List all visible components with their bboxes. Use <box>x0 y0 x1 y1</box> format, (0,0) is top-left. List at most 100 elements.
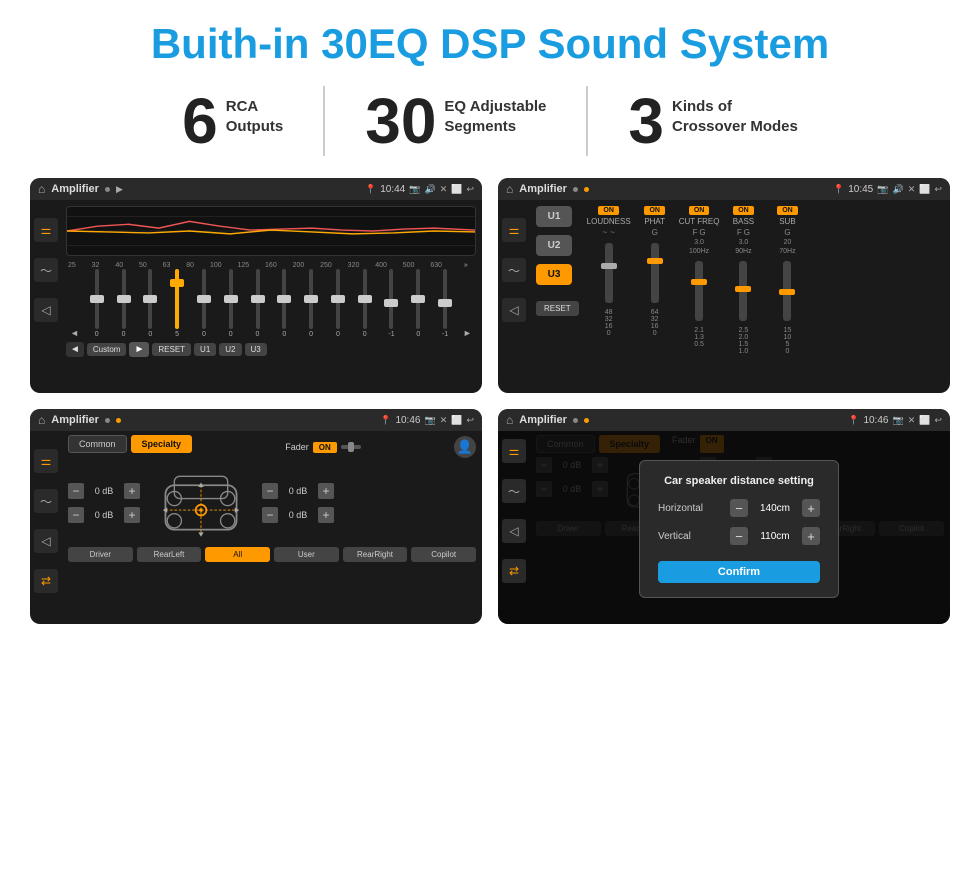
home-icon-s1[interactable]: ⌂ <box>38 182 45 196</box>
eq-icon-s4[interactable]: ⚌ <box>502 439 526 463</box>
db-control-left: − 0 dB + − 0 dB + <box>68 483 140 523</box>
side-icons-s1: ⚌ 〜 ◁ <box>34 218 58 322</box>
eq-slider-2[interactable]: 0 <box>115 269 133 338</box>
copilot-button[interactable]: Copilot <box>411 547 476 562</box>
loudness-slider[interactable] <box>605 243 613 303</box>
driver-button[interactable]: Driver <box>68 547 133 562</box>
back-icon-s4[interactable]: ↩ <box>934 415 942 426</box>
u3-button[interactable]: U3 <box>536 264 572 285</box>
all-button[interactable]: All <box>205 547 270 562</box>
eq-slider-5[interactable]: 0 <box>195 269 213 338</box>
prev-btn[interactable]: ◄ <box>70 328 79 338</box>
vertical-plus-button[interactable]: + <box>802 527 820 545</box>
db-plus-fl[interactable]: + <box>124 483 140 499</box>
close-icon-s3[interactable]: ✕ <box>440 415 448 426</box>
fader-label: Fader <box>285 442 309 452</box>
rearleft-button[interactable]: RearLeft <box>137 547 202 562</box>
eq-icon-s2[interactable]: ⚌ <box>502 218 526 242</box>
eq-u1-button[interactable]: U1 <box>194 343 216 356</box>
eq-slider-3[interactable]: 0 <box>141 269 159 338</box>
db-value-rl: 0 dB <box>88 510 120 520</box>
close-icon-s4[interactable]: ✕ <box>908 415 916 426</box>
close-icon-s1[interactable]: ✕ <box>440 184 448 195</box>
window-icon-s4[interactable]: ⬜ <box>919 415 930 426</box>
wave-icon-s2[interactable]: 〜 <box>502 258 526 282</box>
eq-u2-button[interactable]: U2 <box>219 343 241 356</box>
horizontal-plus-button[interactable]: + <box>802 499 820 517</box>
back-icon-s3[interactable]: ↩ <box>466 415 474 426</box>
db-minus-fl[interactable]: − <box>68 483 84 499</box>
window-icon-s1[interactable]: ⬜ <box>451 184 462 195</box>
common-tab[interactable]: Common <box>68 435 127 453</box>
home-icon-s2[interactable]: ⌂ <box>506 182 513 196</box>
car-diagram <box>146 463 256 543</box>
db-plus-fr[interactable]: + <box>318 483 334 499</box>
location-icon-s4: 📍 <box>848 415 859 426</box>
arrows-icon-s4[interactable]: ⇄ <box>502 559 526 583</box>
eq-slider-13[interactable]: 0 <box>409 269 427 338</box>
confirm-button[interactable]: Confirm <box>658 561 820 583</box>
speaker-side-s4[interactable]: ◁ <box>502 519 526 543</box>
eq-slider-11[interactable]: 0 <box>356 269 374 338</box>
eq-reset-button[interactable]: RESET <box>152 343 191 356</box>
home-icon-s3[interactable]: ⌂ <box>38 413 45 427</box>
arrows-icon-s3[interactable]: ⇄ <box>34 569 58 593</box>
next-btn[interactable]: ► <box>463 328 472 338</box>
back-icon-s1[interactable]: ↩ <box>466 184 474 195</box>
eq-content: 25 32 40 50 63 80 100 125 160 200 250 32… <box>60 200 482 363</box>
sub-slider[interactable] <box>783 261 791 321</box>
window-icon-s3[interactable]: ⬜ <box>451 415 462 426</box>
wave-icon-s3[interactable]: 〜 <box>34 489 58 513</box>
fader-tabs: Common Specialty <box>68 435 192 453</box>
vertical-minus-button[interactable]: − <box>730 527 748 545</box>
crossover-reset-button[interactable]: RESET <box>536 301 579 316</box>
eq-icon-s1[interactable]: ⚌ <box>34 218 58 242</box>
eq-slider-9[interactable]: 0 <box>302 269 320 338</box>
db-minus-fr[interactable]: − <box>262 483 278 499</box>
rearright-button[interactable]: RearRight <box>343 547 408 562</box>
speaker-side-s1[interactable]: ◁ <box>34 298 58 322</box>
eq-slider-8[interactable]: 0 <box>275 269 293 338</box>
ch-bass: ON BASS FG 3.0 90Hz 2.5 2.0 1.5 1.0 <box>723 206 763 355</box>
eq-icon-s3[interactable]: ⚌ <box>34 449 58 473</box>
eq-u3-button[interactable]: U3 <box>245 343 267 356</box>
wave-icon-s4[interactable]: 〜 <box>502 479 526 503</box>
eq-play-button[interactable]: ► <box>129 342 149 357</box>
eq-slider-4[interactable]: 5 <box>168 269 186 338</box>
wave-icon-s1[interactable]: 〜 <box>34 258 58 282</box>
close-icon-s2[interactable]: ✕ <box>908 184 916 195</box>
eq-slider-12[interactable]: -1 <box>382 269 400 338</box>
eq-slider-7[interactable]: 0 <box>249 269 267 338</box>
back-icon-s2[interactable]: ↩ <box>934 184 942 195</box>
home-icon-s4[interactable]: ⌂ <box>506 413 513 427</box>
eq-custom-button[interactable]: Custom <box>87 343 127 356</box>
db-plus-rr[interactable]: + <box>318 507 334 523</box>
u2-button[interactable]: U2 <box>536 235 572 256</box>
phat-slider[interactable] <box>651 243 659 303</box>
eq-slider-14[interactable]: -1 <box>436 269 454 338</box>
specialty-tab[interactable]: Specialty <box>131 435 193 453</box>
eq-slider-6[interactable]: 0 <box>222 269 240 338</box>
dialog-title: Car speaker distance setting <box>658 475 820 487</box>
db-plus-rl[interactable]: + <box>124 507 140 523</box>
profile-icon-s3[interactable]: 👤 <box>454 436 476 458</box>
camera-icon-s4: 📷 <box>892 415 903 426</box>
db-minus-rl[interactable]: − <box>68 507 84 523</box>
screen2-status-bar: ⌂ Amplifier 📍 10:45 📷 🔊 ✕ ⬜ ↩ <box>498 178 950 200</box>
eq-slider-1[interactable]: 0 <box>88 269 106 338</box>
user-button[interactable]: User <box>274 547 339 562</box>
screen1-status-bar: ⌂ Amplifier ▶ 📍 10:44 📷 🔊 ✕ ⬜ ↩ <box>30 178 482 200</box>
horizontal-minus-button[interactable]: − <box>730 499 748 517</box>
stats-row: 6 RCA Outputs 30 EQ Adjustable Segments … <box>30 86 950 156</box>
bass-slider[interactable] <box>739 261 747 321</box>
db-minus-rr[interactable]: − <box>262 507 278 523</box>
u1-button[interactable]: U1 <box>536 206 572 227</box>
window-icon-s2[interactable]: ⬜ <box>919 184 930 195</box>
eq-bottom-row: ◄ Custom ► RESET U1 U2 U3 <box>66 342 476 357</box>
speaker-side-s3[interactable]: ◁ <box>34 529 58 553</box>
stat-eq-number: 30 <box>365 89 436 153</box>
eq-slider-10[interactable]: 0 <box>329 269 347 338</box>
cutfreq-slider[interactable] <box>695 261 703 321</box>
speaker-side-s2[interactable]: ◁ <box>502 298 526 322</box>
eq-prev-button[interactable]: ◄ <box>66 342 84 357</box>
